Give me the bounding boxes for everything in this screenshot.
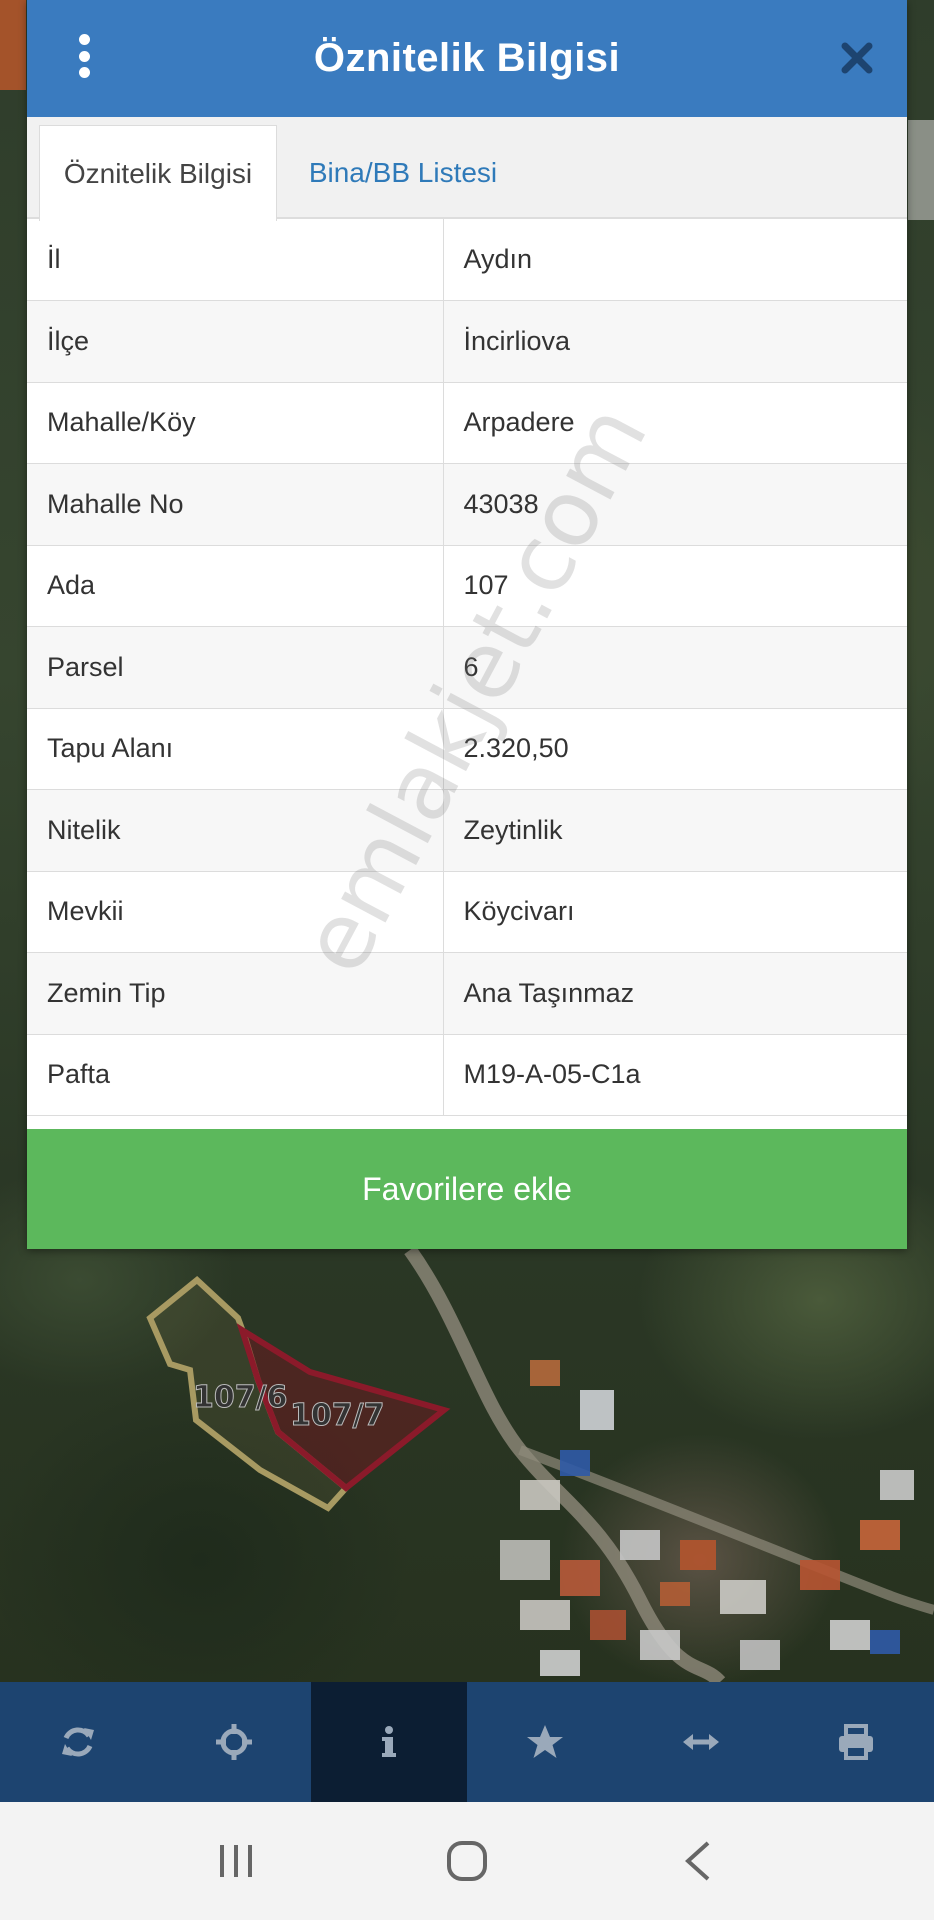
refresh-button[interactable] xyxy=(0,1682,156,1802)
attribute-value: Ana Taşınmaz xyxy=(443,952,907,1035)
attribute-value: M19-A-05-C1a xyxy=(443,1034,907,1116)
attribute-key: Tapu Alanı xyxy=(27,708,444,790)
favorites-button[interactable] xyxy=(467,1682,623,1802)
home-icon xyxy=(446,1841,487,1881)
attribute-value: Köycivarı xyxy=(443,871,907,953)
close-icon[interactable] xyxy=(837,38,877,78)
table-row: Parsel 6 xyxy=(27,626,907,709)
recent-apps-icon xyxy=(219,1845,252,1877)
table-row: İlçe İncirliova xyxy=(27,300,907,383)
attribute-value: Zeytinlik xyxy=(443,789,907,872)
dialog-title: Öznitelik Bilgisi xyxy=(313,36,621,80)
table-row: Zemin Tip Ana Taşınmaz xyxy=(27,952,907,1035)
attribute-key: Pafta xyxy=(27,1034,444,1116)
attribute-value: 2.320,50 xyxy=(443,708,907,790)
refresh-icon xyxy=(61,1727,94,1757)
table-row: Mahalle No 43038 xyxy=(27,463,907,546)
attribute-value: 6 xyxy=(443,626,907,709)
dialog-header: Öznitelik Bilgisi xyxy=(27,0,907,117)
info-icon xyxy=(382,1726,397,1757)
measure-arrows-icon xyxy=(682,1734,719,1750)
locate-button[interactable] xyxy=(156,1682,312,1802)
crosshair-icon xyxy=(215,1724,252,1760)
table-row: Mahalle/Köy Arpadere xyxy=(27,382,907,464)
attribute-key: İl xyxy=(27,219,444,301)
attribute-value: Arpadere xyxy=(443,382,907,464)
attribute-key: Nitelik xyxy=(27,789,444,872)
measure-button[interactable] xyxy=(623,1682,779,1802)
table-row: Pafta M19-A-05-C1a xyxy=(27,1034,907,1116)
attribute-key: Mevkii xyxy=(27,871,444,953)
info-button[interactable] xyxy=(311,1682,468,1802)
parcel-label-107-7: 107/7 xyxy=(290,1398,384,1433)
table-row: Nitelik Zeytinlik xyxy=(27,789,907,872)
attribute-value: İncirliova xyxy=(443,300,907,383)
print-icon xyxy=(839,1724,874,1760)
attribute-key: İlçe xyxy=(27,300,444,383)
add-favorite-button[interactable]: Favorilere ekle xyxy=(27,1129,907,1249)
print-button[interactable] xyxy=(778,1682,934,1802)
attribute-table: İl Aydın İlçe İncirliova Mahalle/Köy Arpadere… xyxy=(27,219,907,1116)
table-row: Tapu Alanı 2.320,50 xyxy=(27,708,907,790)
home-button[interactable] xyxy=(432,1826,502,1896)
back-button[interactable] xyxy=(663,1826,733,1896)
tab-attribute-info[interactable]: Öznitelik Bilgisi xyxy=(39,125,277,221)
table-row: Mevkii Köycivarı xyxy=(27,871,907,953)
dialog-tabs: Öznitelik Bilgisi Bina/BB Listesi xyxy=(27,117,907,221)
more-vertical-icon[interactable] xyxy=(77,34,91,78)
parcel-label-107-6: 107/6 xyxy=(193,1380,287,1415)
attribute-dialog: Öznitelik Bilgisi Öznitelik Bilgisi Bina… xyxy=(27,0,907,1249)
table-row: İl Aydın xyxy=(27,219,907,301)
attribute-key: Ada xyxy=(27,545,444,627)
recent-apps-button[interactable] xyxy=(201,1826,271,1896)
attribute-key: Mahalle No xyxy=(27,463,444,546)
attribute-value: 43038 xyxy=(443,463,907,546)
attribute-key: Parsel xyxy=(27,626,444,709)
tab-building-list[interactable]: Bina/BB Listesi xyxy=(293,125,513,221)
bottom-toolbar xyxy=(0,1682,934,1802)
table-row: Ada 107 xyxy=(27,545,907,627)
attribute-value: Aydın xyxy=(443,219,907,301)
attribute-value: 107 xyxy=(443,545,907,627)
system-nav-bar xyxy=(0,1802,934,1920)
attribute-key: Mahalle/Köy xyxy=(27,382,444,464)
back-icon xyxy=(685,1841,710,1881)
star-icon xyxy=(526,1725,563,1758)
attribute-key: Zemin Tip xyxy=(27,952,444,1035)
